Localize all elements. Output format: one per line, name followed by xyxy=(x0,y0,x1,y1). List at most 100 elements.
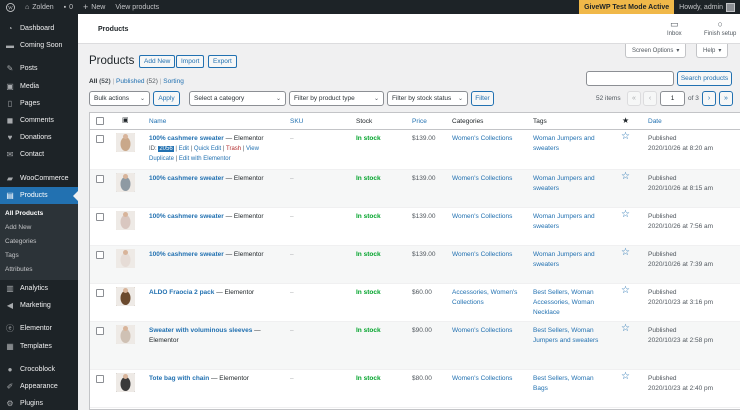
sidebar-item-analytics[interactable]: ▥ Analytics xyxy=(0,280,78,297)
duplicate-link[interactable]: Duplicate xyxy=(149,156,174,162)
tag-link[interactable]: Jumpers and sweaters xyxy=(533,336,598,346)
filter-button[interactable]: Filter xyxy=(471,91,494,106)
tag-link[interactable]: Best Sellers, Woman xyxy=(533,374,594,384)
row-checkbox[interactable] xyxy=(96,375,104,383)
row-checkbox[interactable] xyxy=(96,175,104,183)
submenu-attributes[interactable]: Attributes xyxy=(0,263,78,277)
category-link[interactable]: Women's Collections xyxy=(452,134,512,144)
product-thumbnail[interactable] xyxy=(116,287,135,306)
category-link[interactable]: Accessories, Women's xyxy=(452,288,517,298)
tag-link[interactable]: Woman Jumpers and xyxy=(533,174,595,184)
comments-link[interactable]: ▪ 0 xyxy=(59,0,78,14)
product-type-select[interactable]: Filter by product type ⌄ xyxy=(289,91,384,106)
tag-link[interactable]: Accessories, Woman xyxy=(533,298,594,308)
wordpress-logo-icon[interactable]: W xyxy=(0,0,20,14)
featured-star-icon[interactable]: ★ xyxy=(622,116,629,125)
my-account-link[interactable]: Howdy, admin xyxy=(674,0,740,14)
featured-star-icon[interactable]: ☆ xyxy=(621,372,630,382)
view-products-link[interactable]: View products xyxy=(110,0,164,14)
tag-link[interactable]: Woman Jumpers and xyxy=(533,250,595,260)
sidebar-item-marketing[interactable]: ◀ Marketing xyxy=(0,297,78,314)
featured-star-icon[interactable]: ☆ xyxy=(621,248,630,258)
submenu-categories[interactable]: Categories xyxy=(0,235,78,249)
table-row[interactable]: ALDO Fraocia 2 pack — Elementor – In stock… xyxy=(90,284,740,322)
tag-link[interactable]: Woman Jumpers and xyxy=(533,212,595,222)
tag-link[interactable]: Best Sellers, Woman xyxy=(533,326,594,336)
sidebar-item-comments[interactable]: ◼ Comments xyxy=(0,112,78,129)
next-page-button[interactable]: › xyxy=(702,91,716,106)
product-name-link[interactable]: Sweater with voluminous sleeves xyxy=(149,327,252,334)
apply-button[interactable]: Apply xyxy=(153,91,180,106)
stock-status-select[interactable]: Filter by stock status ⌄ xyxy=(387,91,468,106)
view-published-link[interactable]: Published (52) xyxy=(116,78,158,85)
sidebar-item-posts[interactable]: ✎ Posts xyxy=(0,60,78,77)
table-row[interactable]: 100% cashmere sweater — Elementor – In sto… xyxy=(90,208,740,246)
view-sorting-link[interactable]: Sorting xyxy=(163,78,184,85)
featured-star-icon[interactable]: ☆ xyxy=(621,286,630,296)
sidebar-item-media[interactable]: ▣ Media xyxy=(0,78,78,95)
tag-link[interactable]: Necklace xyxy=(533,308,560,318)
table-row[interactable]: 100% cashmere sweater — Elementor ID: 205… xyxy=(90,130,740,170)
sidebar-item-elementor[interactable]: ⓔ Elementor xyxy=(0,320,78,337)
row-checkbox[interactable] xyxy=(96,135,104,143)
import-button[interactable]: Import xyxy=(176,55,205,68)
tag-link[interactable]: sweaters xyxy=(533,184,559,194)
row-checkbox[interactable] xyxy=(96,327,104,335)
tag-link[interactable]: sweaters xyxy=(533,222,559,232)
category-link[interactable]: Collections xyxy=(452,298,484,308)
column-price[interactable]: Price xyxy=(412,118,427,125)
product-name-link[interactable]: ALDO Fraocia 2 pack xyxy=(149,289,214,296)
sidebar-item-products[interactable]: ▤ Products xyxy=(0,186,78,204)
featured-star-icon[interactable]: ☆ xyxy=(621,210,630,220)
tag-link[interactable]: Woman Jumpers and xyxy=(533,134,595,144)
bulk-actions-select[interactable]: Bulk actions ⌄ xyxy=(89,91,150,106)
inbox-button[interactable]: ▭ Inbox xyxy=(667,19,682,38)
category-link[interactable]: Women's Collections xyxy=(452,250,512,260)
product-name-link[interactable]: 100% cashmere sweater xyxy=(149,135,224,142)
category-link[interactable]: Women's Collections xyxy=(452,326,512,336)
sidebar-item-pages[interactable]: ▯ Pages xyxy=(0,95,78,112)
table-row[interactable]: 100% cashmere sweater — Elementor – In sto… xyxy=(90,246,740,284)
column-date[interactable]: Date xyxy=(648,118,662,125)
category-link[interactable]: Women's Collections xyxy=(452,212,512,222)
product-name-link[interactable]: 100% cashmere sweater xyxy=(149,251,224,258)
product-name-link[interactable]: 100% cashmere sweater xyxy=(149,213,224,220)
sidebar-item-contact[interactable]: ✉ Contact xyxy=(0,146,78,163)
tag-link[interactable]: Bags xyxy=(533,384,548,394)
search-products-button[interactable]: Search products xyxy=(677,71,732,86)
view-all-link[interactable]: All (52) xyxy=(89,78,111,85)
sidebar-item-woocommerce[interactable]: ▰ WooCommerce xyxy=(0,170,78,187)
export-button[interactable]: Export xyxy=(208,55,237,68)
add-new-button[interactable]: Add New xyxy=(139,55,176,68)
first-page-button[interactable]: « xyxy=(627,91,641,106)
category-link[interactable]: Women's Collections xyxy=(452,174,512,184)
site-name-link[interactable]: ⌂ Zolden xyxy=(20,0,59,14)
product-name-link[interactable]: Tote bag with chain xyxy=(149,375,209,382)
edit-with-elementor-link[interactable]: Edit with Elementor xyxy=(179,156,231,162)
column-sku[interactable]: SKU xyxy=(290,118,303,125)
screen-options-toggle[interactable]: Screen Options ▾ xyxy=(625,44,687,58)
row-checkbox[interactable] xyxy=(96,251,104,259)
category-select[interactable]: Select a category ⌄ xyxy=(189,91,286,106)
sidebar-item-templates[interactable]: ▦ Templates xyxy=(0,337,78,354)
finish-setup-button[interactable]: ○ Finish setup xyxy=(704,19,736,37)
column-name[interactable]: Name xyxy=(149,118,166,125)
givewp-test-mode-badge[interactable]: GiveWP Test Mode Active xyxy=(579,0,675,14)
sidebar-item-crocoblock[interactable]: ● Crocoblock xyxy=(0,361,78,378)
product-thumbnail[interactable] xyxy=(116,211,135,230)
table-row[interactable]: Tote bag with chain — Elementor – In stock… xyxy=(90,370,740,408)
product-thumbnail[interactable] xyxy=(116,133,135,152)
submenu-tags[interactable]: Tags xyxy=(0,249,78,263)
sidebar-item-coming-soon[interactable]: ▬ Coming Soon xyxy=(0,37,78,54)
prev-page-button[interactable]: ‹ xyxy=(643,91,657,106)
select-all-checkbox[interactable] xyxy=(96,117,104,125)
trash-link[interactable]: Trash xyxy=(226,146,241,152)
table-row[interactable]: Sweater with voluminous sleeves — Element… xyxy=(90,322,740,370)
new-content-link[interactable]: + New xyxy=(78,0,110,14)
last-page-button[interactable]: » xyxy=(719,91,733,106)
product-thumbnail[interactable] xyxy=(116,173,135,192)
product-thumbnail[interactable] xyxy=(116,325,135,344)
quick-edit-link[interactable]: Quick Edit xyxy=(194,146,221,152)
product-thumbnail[interactable] xyxy=(116,249,135,268)
featured-star-icon[interactable]: ☆ xyxy=(621,172,630,182)
